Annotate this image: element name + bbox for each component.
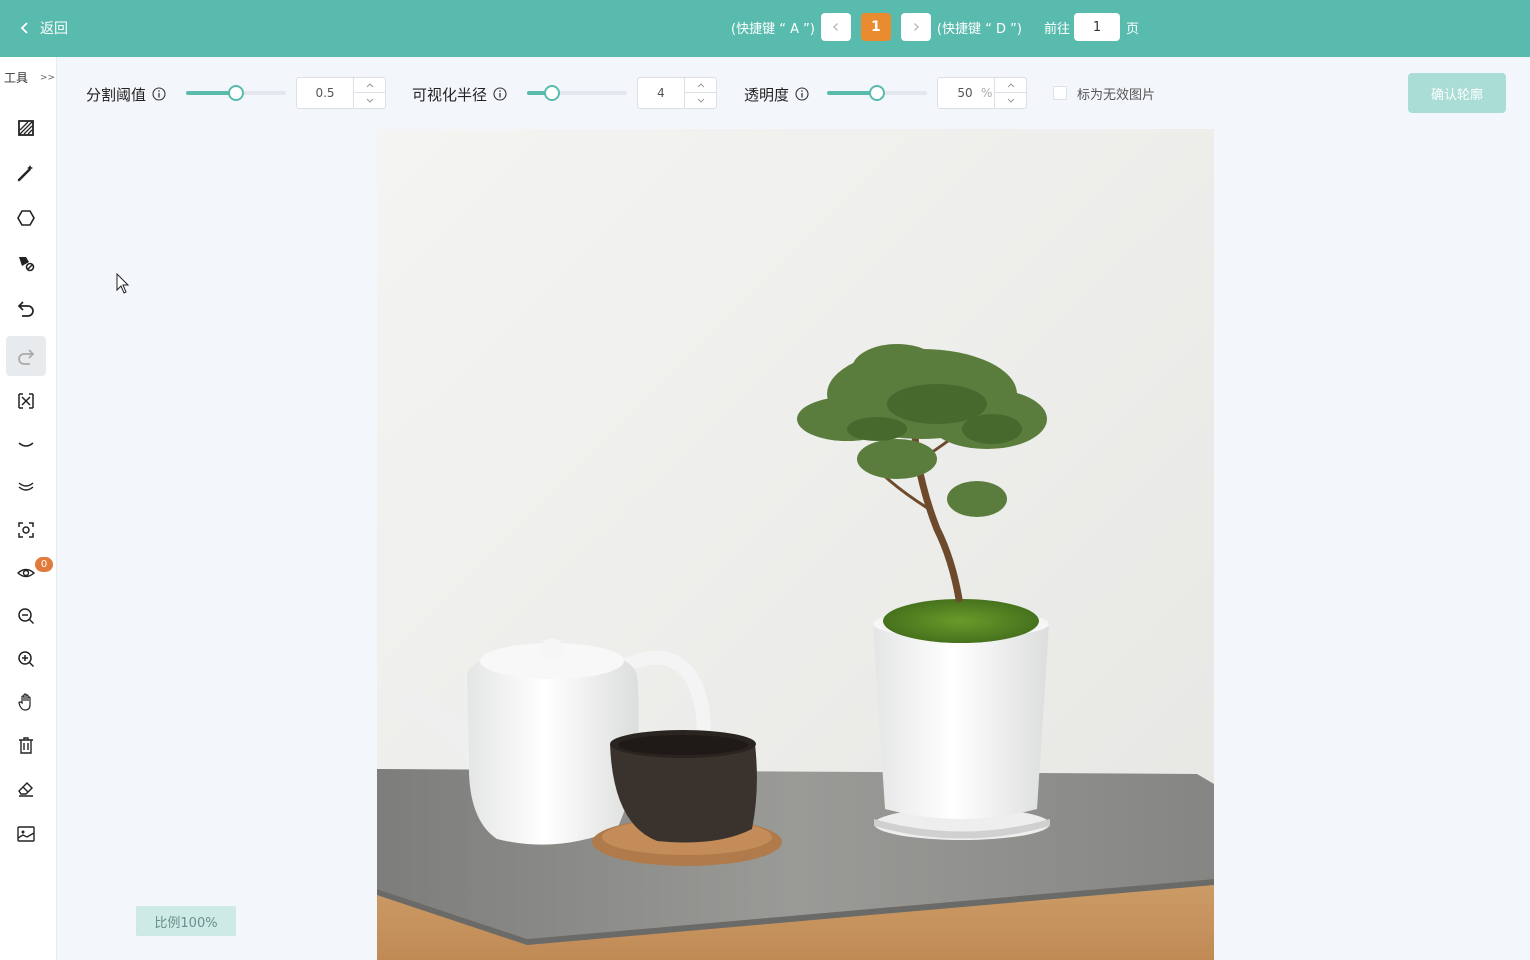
- canvas-image: [377, 129, 1214, 960]
- info-icon: [795, 87, 809, 101]
- chevron-down-icon: [1007, 98, 1014, 103]
- tool-sidebar: 工具 >> 0: [0, 57, 57, 960]
- eye-closed-icon: [18, 442, 34, 447]
- goto-label: 前往: [1043, 21, 1070, 37]
- pan-tool[interactable]: [6, 682, 46, 722]
- increment-button[interactable]: [995, 78, 1026, 93]
- hatch-box-tool[interactable]: [6, 108, 46, 148]
- radius-value: 4: [657, 86, 665, 100]
- opacity-label: 透明度: [744, 83, 809, 105]
- lashes-tool[interactable]: [6, 467, 46, 507]
- opacity-input[interactable]: 50 %: [937, 77, 1027, 109]
- invalid-image-option[interactable]: 标为无效图片: [1053, 84, 1156, 103]
- radius-input[interactable]: 4: [637, 77, 717, 109]
- hand-icon: [18, 693, 31, 711]
- eraser-icon: [18, 782, 33, 797]
- threshold-label: 分割阈值: [86, 83, 166, 105]
- chevron-up-icon: [1007, 83, 1014, 88]
- threshold-stepper[interactable]: [353, 78, 385, 108]
- chevron-up-icon: [697, 83, 704, 88]
- opacity-label-text: 透明度: [744, 85, 790, 104]
- pagination: (快捷键 “ A ”) 1 (快捷键 “ D ”) 前往 页: [731, 13, 1139, 41]
- brush-erase-tool[interactable]: [6, 243, 46, 283]
- mouse-cursor-icon: [116, 273, 130, 294]
- focus-tool[interactable]: [6, 510, 46, 550]
- zoom-out-icon: [18, 608, 35, 625]
- threshold-value: 0.5: [315, 86, 335, 100]
- eye-lashes-icon: [18, 482, 34, 491]
- next-shortcut-hint: (快捷键 “ D ”): [936, 21, 1022, 37]
- invalid-image-label: 标为无效图片: [1077, 87, 1156, 103]
- bbox-adjust-tool[interactable]: [6, 381, 46, 421]
- increment-button[interactable]: [354, 78, 385, 93]
- radius-stepper[interactable]: [684, 78, 716, 108]
- visibility-count-badge: 0: [35, 557, 53, 572]
- magic-wand-icon: [17, 165, 33, 182]
- image-tool[interactable]: [6, 814, 46, 854]
- threshold-slider[interactable]: [186, 84, 286, 102]
- decrement-button[interactable]: [685, 93, 716, 108]
- trash-icon: [19, 737, 33, 754]
- redo-icon: [18, 349, 35, 365]
- decrement-button[interactable]: [354, 93, 385, 108]
- opacity-unit: %: [981, 86, 993, 100]
- slider-thumb[interactable]: [544, 85, 560, 101]
- zoom-in-icon: [18, 651, 35, 668]
- expand-sidebar-button[interactable]: >>: [40, 73, 55, 83]
- chevron-up-icon: [366, 83, 373, 88]
- page-unit-label: 页: [1125, 21, 1139, 37]
- back-button[interactable]: 返回: [18, 16, 68, 40]
- back-label: 返回: [40, 21, 68, 37]
- opacity-slider[interactable]: [827, 84, 927, 102]
- info-icon: [493, 87, 507, 101]
- increment-button[interactable]: [685, 78, 716, 93]
- slider-thumb[interactable]: [228, 85, 244, 101]
- radius-label-text: 可视化半径: [412, 85, 488, 104]
- image-icon: [17, 826, 35, 842]
- slider-thumb[interactable]: [869, 85, 885, 101]
- zoom-out-tool[interactable]: [6, 596, 46, 636]
- hatch-box-icon: [18, 120, 34, 136]
- focus-icon: [18, 522, 34, 538]
- chevron-down-icon: [366, 98, 373, 103]
- annotation-canvas[interactable]: [377, 129, 1214, 960]
- chevron-down-icon: [697, 98, 704, 103]
- sidebar-title: 工具: [4, 71, 29, 85]
- eraser-tool[interactable]: [6, 768, 46, 808]
- undo-icon: [17, 301, 34, 317]
- prev-page-button[interactable]: [820, 13, 851, 41]
- current-page-button[interactable]: 1: [860, 13, 891, 41]
- brush-erase-icon: [19, 257, 35, 272]
- goto-page-input[interactable]: [1073, 13, 1120, 41]
- threshold-input[interactable]: 0.5: [296, 77, 386, 109]
- confirm-contour-button[interactable]: 确认轮廓: [1408, 73, 1506, 113]
- magic-wand-tool[interactable]: [6, 153, 46, 193]
- polygon-tool[interactable]: [6, 198, 46, 238]
- radius-slider[interactable]: [527, 84, 627, 102]
- zoom-in-tool[interactable]: [6, 639, 46, 679]
- chevron-left-icon: [20, 22, 28, 34]
- info-icon: [152, 87, 166, 101]
- visibility-tool[interactable]: 0: [6, 553, 53, 593]
- sidebar-header: 工具 >>: [4, 69, 55, 86]
- bbox-adjust-icon: [18, 393, 34, 409]
- chevron-left-icon: [832, 23, 838, 31]
- radius-label: 可视化半径: [412, 83, 507, 105]
- delete-tool[interactable]: [6, 725, 46, 765]
- invalid-image-checkbox[interactable]: [1053, 86, 1067, 100]
- next-page-button[interactable]: [900, 13, 931, 41]
- hide-mask-tool[interactable]: [6, 424, 46, 464]
- decrement-button[interactable]: [995, 93, 1026, 108]
- zoom-ratio-badge: 比例100%: [136, 906, 236, 936]
- top-bar: 返回 (快捷键 “ A ”) 1 (快捷键 “ D ”) 前往 页: [0, 0, 1530, 57]
- threshold-label-text: 分割阈值: [86, 85, 147, 104]
- undo-tool[interactable]: [6, 288, 46, 328]
- chevron-right-icon: [913, 23, 919, 31]
- eye-icon: [16, 568, 36, 578]
- prev-shortcut-hint: (快捷键 “ A ”): [731, 21, 815, 37]
- redo-tool[interactable]: [6, 336, 46, 376]
- polygon-icon: [17, 210, 35, 226]
- opacity-stepper[interactable]: [994, 78, 1026, 108]
